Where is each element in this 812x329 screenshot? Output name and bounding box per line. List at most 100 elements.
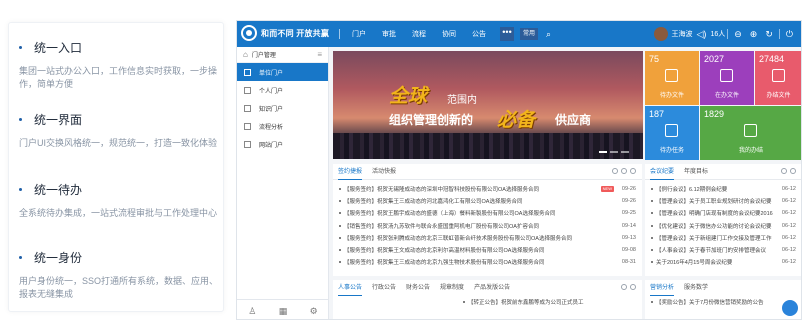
back-icon[interactable]: ⊖ — [734, 29, 742, 40]
tile-pending-docs[interactable]: 75 待办文件 — [645, 51, 699, 105]
logo-icon — [241, 25, 257, 41]
page-icon — [244, 140, 251, 148]
settings-icon[interactable] — [781, 168, 787, 174]
tile-in-progress-docs[interactable]: 2027 在办文件 — [700, 51, 754, 105]
news-panel: 签约捷报 活动快报 【服务签约】祝贺无锡隆成动态的深圳中冠智科技股份有限公司OA… — [333, 164, 642, 276]
user-icon[interactable]: ♙ — [237, 300, 268, 319]
refresh-icon[interactable] — [621, 168, 627, 174]
tab-admin-notice[interactable]: 行政公告 — [372, 280, 396, 296]
list-item[interactable]: 【转正公告】祝贺前东鑫鹏等成为公司正式员工 — [333, 296, 642, 308]
list-item[interactable]: 【优化建议】关于微信办公功能的讨论会议纪要 06-12 — [645, 220, 801, 232]
tab-service-data[interactable]: 服务数学 — [684, 280, 708, 296]
forward-icon[interactable]: ⊕ — [750, 29, 758, 40]
list-item[interactable]: 【管理会议】关于员工职业规划研讨的会议纪要 06-12 — [645, 195, 801, 207]
task-icon — [665, 124, 678, 137]
banner-highlight: 全球 — [389, 86, 428, 107]
feature-desc: 用户身份统一，SSO打通所有系统，数据、应用、报表无缝集成 — [19, 276, 219, 299]
list-item[interactable]: 【管理会议】关于新组建门工作交接及管理工作 06-12 — [645, 232, 801, 244]
chat-bubble-icon[interactable] — [782, 300, 798, 316]
list-item[interactable]: 【服务签约】祝贺集王文成动态的北京利尔高温材料股份有限公司OA选择服务合同 09-… — [333, 244, 642, 256]
nav-item-collab[interactable]: 协同 — [442, 29, 456, 39]
list-item-text: 【优化建议】关于微信办公功能的讨论会议纪要 — [656, 223, 772, 230]
tile-my-completed[interactable]: 1829 我的办结 — [700, 106, 801, 160]
list-item-date: 06-12 — [781, 259, 796, 266]
announcement-panel: 人事公告 行政公告 财务公告 规章制度 产品发版公告 【转正公告】祝贺前东鑫鹏等… — [333, 280, 642, 319]
list-item-date: 06-12 — [781, 222, 796, 229]
nav-item-approval[interactable]: 审批 — [382, 29, 396, 39]
tab-release-notice[interactable]: 产品发版公告 — [474, 280, 510, 296]
list-item-date: 09-26 — [621, 186, 636, 193]
sidebar-footer: ♙ ▦ ⚙ — [237, 299, 329, 319]
common-button[interactable]: 常用 — [520, 28, 539, 40]
list-item[interactable]: 【人事会议】关于春节加班门的安排管理会议 06-12 — [645, 244, 801, 256]
tile-completed-docs[interactable]: 27484 办结文件 — [755, 51, 801, 105]
tab-regulations[interactable]: 规章制度 — [440, 280, 464, 296]
avatar[interactable] — [653, 27, 668, 41]
home-icon: ⌂ — [243, 50, 248, 59]
refresh-icon[interactable] — [630, 284, 636, 290]
menu-icon[interactable]: ≡ — [317, 50, 322, 59]
speaker-icon[interactable]: ◁) — [697, 29, 707, 40]
top-bar: 和而不同 开放共赢 门户 审批 流程 协同 公告 ••• 常用 ⌕ 王海波 ◁)… — [237, 21, 801, 47]
list-item[interactable]: 【管理会议】明确门店现有制度的会议纪要2016 06-12 — [645, 207, 801, 219]
nav-item-notice[interactable]: 公告 — [472, 29, 486, 39]
list-item-text: 【例行会议】6.12期例会纪要 — [656, 187, 728, 194]
settings-icon[interactable] — [621, 284, 627, 290]
settings-icon[interactable]: ⚙ — [298, 300, 329, 319]
feature-title: 统一入口 — [34, 40, 83, 55]
list-item[interactable]: 【服务签约】祝贺无锡隆成动态的深圳中冠智科技股份有限公司OA选择服务合同 NEW 0… — [333, 183, 642, 195]
city-skyline — [333, 133, 643, 159]
list-item-text: 【管理会议】明确门店现有制度的会议纪要2016 — [656, 211, 773, 218]
refresh-icon[interactable]: ↻ — [765, 29, 773, 40]
list-item[interactable]: 【服务签约】祝贺集王三成动态的河北嘉鸿化工有限公司OA选择服务合同 09-26 — [333, 195, 642, 207]
list-item[interactable]: 【服务签约】祝贺王鹏宇成动态的盛德（上海）餐料新製股份有限公司OA选择服务合同 0… — [333, 207, 642, 219]
list-item-date: 09-25 — [621, 210, 636, 217]
list-item-text: 【服务签约】祝贺集王三成动态的北京九强生物技术股份有限公司OA选择服务合同 — [344, 260, 545, 267]
sidebar-item-website-portal[interactable]: 网站门户 — [237, 135, 328, 153]
sidebar-item-personal-portal[interactable]: 个人门户 — [237, 81, 328, 99]
marketing-panel: 营销分析 服务数学 【奖励公告】关于7月份微信营销奖励的公告 — [645, 280, 801, 319]
list-item-date: 06-12 — [781, 247, 796, 254]
more-icon[interactable] — [630, 168, 636, 174]
sidebar-item-process-analysis[interactable]: 流程分析 — [237, 117, 328, 135]
refresh-icon[interactable] — [790, 168, 796, 174]
sidebar-header: ⌂ 门户管理 ≡ — [237, 47, 328, 63]
list-item-text: 【服务签约】祝贺张利腾成动态的北京三联虹普新合纤技术服务股份有限公司OA选择服务… — [344, 235, 572, 242]
tile-pending-tasks[interactable]: 187 待办任务 — [645, 106, 699, 160]
tab-marketing-analysis[interactable]: 营销分析 — [650, 280, 675, 296]
list-item-date: 09-26 — [621, 198, 636, 205]
hero-banner[interactable]: 全球 范围内 组织管理创新的 必备 供应商 — [333, 51, 643, 159]
tab-event-news[interactable]: 活动快报 — [372, 164, 396, 180]
tab-finance-notice[interactable]: 财务公告 — [406, 280, 430, 296]
list-item[interactable]: 【奖励公告】关于7月份微信营销奖励的公告 — [645, 296, 801, 308]
list-item-text: 【管理会议】关于员工职业规划研讨的会议纪要 — [656, 199, 772, 206]
sidebar-item-knowledge-portal[interactable]: 知识门户 — [237, 99, 328, 117]
sidebar-item-unit-portal[interactable]: 单位门户 — [237, 63, 328, 81]
tab-hr-notice[interactable]: 人事公告 — [338, 280, 363, 296]
list-item[interactable]: 【服务签约】祝贺张利腾成动态的北京三联虹普新合纤技术服务股份有限公司OA选择服务… — [333, 232, 642, 244]
nav-item-portal[interactable]: 门户 — [352, 29, 366, 39]
power-icon[interactable]: ⏻ — [786, 29, 793, 40]
page-icon — [244, 68, 251, 76]
list-item[interactable]: 【例行会议】6.12期例会纪要 06-12 — [645, 183, 801, 195]
list-item[interactable]: 【服务签约】祝贺集王三成动态的北京九强生物技术股份有限公司OA选择服务合同 08-… — [333, 256, 642, 268]
apps-grid-icon[interactable]: ▦ — [268, 300, 299, 319]
settings-icon[interactable] — [612, 168, 618, 174]
brand-logo[interactable]: 和而不同 开放共赢 — [241, 25, 329, 41]
user-name[interactable]: 王海波 — [672, 29, 693, 39]
list-item[interactable]: 【销售签约】祝贺汤九苏软件与联合永盛国重阿机电厂股份有限公司OA扩容合同 09-1… — [333, 220, 642, 232]
tab-meeting-minutes[interactable]: 会议纪要 — [650, 164, 675, 180]
list-item[interactable]: 关于2016年4月15号周会议纪要 06-12 — [645, 256, 801, 268]
feature-item: 统一入口 集团一站式办公入口，工作信息实时获取，一步操作，简单方便 — [19, 39, 219, 91]
tab-signing-news[interactable]: 签约捷报 — [338, 164, 363, 180]
bullet-icon — [19, 187, 22, 191]
carousel-dots[interactable] — [596, 151, 629, 153]
more-button[interactable]: ••• — [500, 27, 514, 41]
list-item-text: 【服务签约】祝贺王鹏宇成动态的盛德（上海）餐料新製股份有限公司OA选择服务合同 — [344, 211, 556, 218]
meeting-panel: 会议纪要 年度目标 【例行会议】6.12期例会纪要 06-12 【管理会议】关于员工… — [645, 164, 801, 276]
search-icon[interactable]: ⌕ — [546, 29, 551, 40]
nav-item-workflow[interactable]: 流程 — [412, 29, 426, 39]
page-icon — [244, 104, 251, 112]
list-item-date: 06-12 — [781, 198, 796, 205]
tab-annual-goals[interactable]: 年度目标 — [684, 164, 708, 180]
